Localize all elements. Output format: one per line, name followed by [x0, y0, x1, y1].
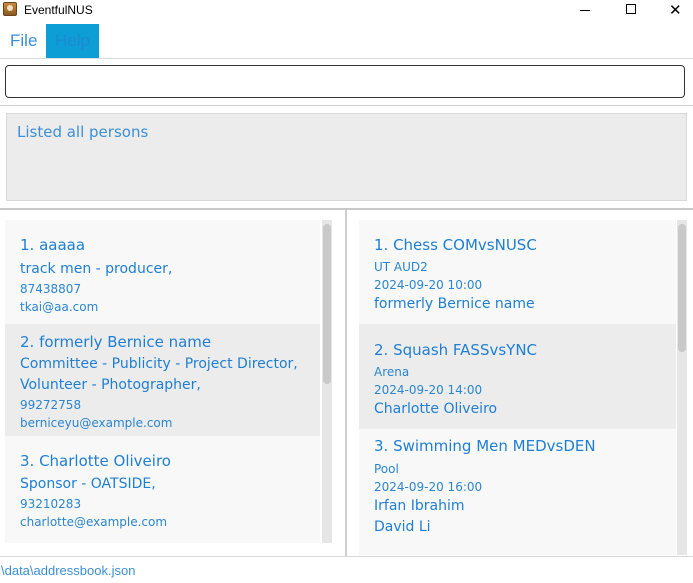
event-venue: UT AUD2 — [374, 260, 428, 274]
menu-bar: File Help — [0, 22, 693, 59]
event-list-scrollbar[interactable] — [677, 220, 687, 555]
person-card[interactable]: 1. aaaaa track men - producer, 87438807 … — [5, 220, 320, 324]
event-participant: Irfan Ibrahim — [374, 498, 465, 514]
event-name: 1. Chess COMvsNUSC — [374, 236, 537, 254]
maximize-button[interactable] — [611, 0, 651, 22]
person-role: Volunteer - Photographer, — [20, 377, 201, 393]
person-role: Sponsor - OATSIDE, — [20, 476, 156, 492]
event-list: 1. Chess COMvsNUSC UT AUD2 2024-09-20 10… — [359, 220, 689, 555]
close-icon: ✕ — [669, 1, 682, 19]
event-name: 3. Swimming Men MEDvsDEN — [374, 437, 596, 455]
event-participant: Charlotte Oliveiro — [374, 401, 498, 417]
command-box-area — [0, 59, 693, 106]
vertical-divider[interactable] — [345, 210, 347, 556]
result-display-area: Listed all persons — [0, 106, 693, 209]
save-location: \data\addressbook.json — [1, 563, 136, 578]
person-phone: 93210283 — [20, 497, 82, 511]
event-card[interactable]: 3. Swimming Men MEDvsDEN Pool 2024-09-20… — [359, 429, 676, 555]
event-name: 2. Squash FASSvsYNC — [374, 341, 538, 359]
menu-file[interactable]: File — [0, 24, 47, 58]
title-bar: EventfulNUS ✕ — [0, 0, 693, 22]
person-role: Committee - Publicity - Project Director… — [20, 356, 298, 372]
person-list-scrollbar[interactable] — [322, 220, 332, 543]
close-button[interactable]: ✕ — [655, 0, 693, 22]
app-icon — [3, 2, 17, 16]
event-time: 2024-09-20 14:00 — [374, 383, 483, 397]
event-participant: David Li — [374, 519, 431, 535]
event-venue: Arena — [374, 365, 410, 379]
person-name: 2. formerly Bernice name — [20, 333, 212, 351]
person-email: tkai@aa.com — [20, 300, 99, 314]
minimize-button[interactable] — [565, 0, 605, 22]
result-display: Listed all persons — [6, 113, 687, 201]
person-card[interactable]: 3. Charlotte Oliveiro Sponsor - OATSIDE,… — [5, 436, 320, 543]
person-role: track men - producer, — [20, 261, 173, 277]
person-phone: 99272758 — [20, 398, 82, 412]
person-name: 3. Charlotte Oliveiro — [20, 452, 171, 470]
person-card[interactable]: 2. formerly Bernice name Committee - Pub… — [5, 324, 320, 436]
person-email: berniceyu@example.com — [20, 416, 173, 430]
person-email: charlotte@example.com — [20, 515, 168, 529]
event-list-scroll-thumb[interactable] — [678, 224, 686, 352]
event-card[interactable]: 2. Squash FASSvsYNC Arena 2024-09-20 14:… — [359, 324, 676, 429]
person-list-scroll-thumb[interactable] — [323, 224, 331, 384]
menu-help[interactable]: Help — [46, 24, 99, 58]
window-title: EventfulNUS — [24, 3, 93, 17]
person-name: 1. aaaaa — [20, 236, 86, 254]
result-message: Listed all persons — [17, 123, 149, 141]
event-participant: formerly Bernice name — [374, 296, 535, 312]
event-venue: Pool — [374, 462, 399, 476]
status-bar: \data\addressbook.json — [0, 556, 693, 583]
person-phone: 87438807 — [20, 282, 82, 296]
person-list: 1. aaaaa track men - producer, 87438807 … — [5, 220, 336, 543]
event-time: 2024-09-20 16:00 — [374, 480, 483, 494]
event-card[interactable]: 1. Chess COMvsNUSC UT AUD2 2024-09-20 10… — [359, 220, 676, 324]
command-input[interactable] — [5, 65, 685, 98]
event-time: 2024-09-20 10:00 — [374, 278, 483, 292]
